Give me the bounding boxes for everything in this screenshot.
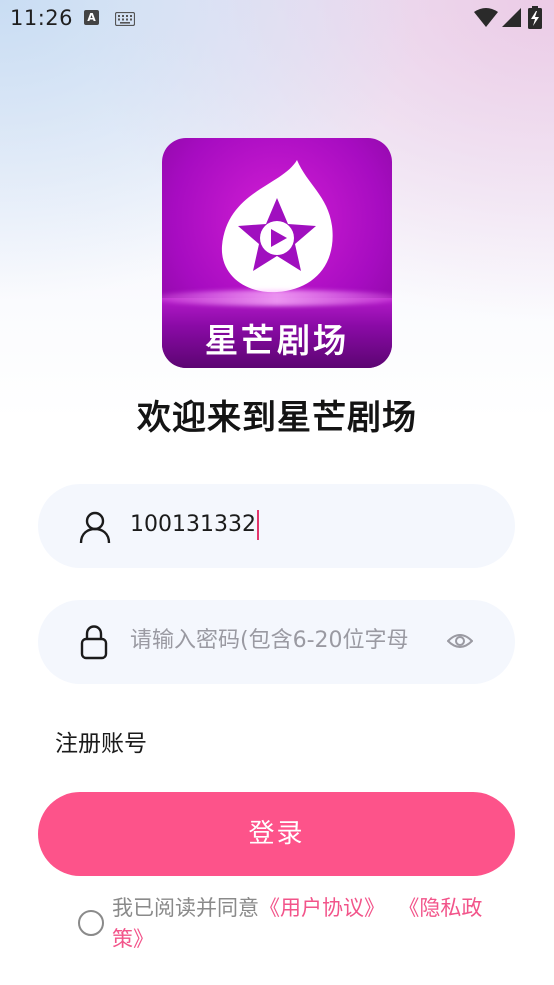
battery-icon: [528, 6, 542, 34]
agreement-radio[interactable]: [78, 910, 104, 936]
login-button[interactable]: 登录: [38, 792, 515, 876]
text-caret: [256, 510, 259, 540]
password-field[interactable]: 请输入密码(包含6-20位字母: [38, 600, 515, 684]
agreement-separator: [385, 896, 398, 920]
signal-icon: [502, 8, 522, 32]
eye-toggle-icon[interactable]: [446, 631, 474, 655]
play-star-logo-icon: [221, 160, 333, 293]
logo-text: 星芒剧场: [205, 321, 349, 360]
agreement-text: 我已阅读并同意《用户协议》 《隐私政策》: [112, 893, 512, 955]
keyboard-icon: [114, 11, 136, 30]
username-value: 100131332: [130, 512, 256, 537]
user-agreement-link[interactable]: 《用户协议》: [259, 896, 385, 920]
status-time: 11:26: [10, 6, 74, 30]
logo-banner: 星芒剧场: [162, 298, 392, 368]
username-input[interactable]: 100131332: [130, 510, 430, 540]
notification-a-icon: A: [84, 10, 99, 25]
register-account-link[interactable]: 注册账号: [55, 724, 147, 758]
password-input[interactable]: 请输入密码(包含6-20位字母: [130, 626, 426, 656]
username-field[interactable]: 100131332: [38, 484, 515, 568]
welcome-title: 欢迎来到星芒剧场: [137, 398, 417, 438]
status-bar: 11:26 A: [0, 0, 554, 38]
app-logo: 星芒剧场: [162, 138, 392, 368]
wifi-icon: [474, 8, 498, 32]
user-icon: [78, 510, 112, 548]
lock-icon: [78, 624, 110, 664]
agreement-prefix: 我已阅读并同意: [112, 896, 259, 920]
